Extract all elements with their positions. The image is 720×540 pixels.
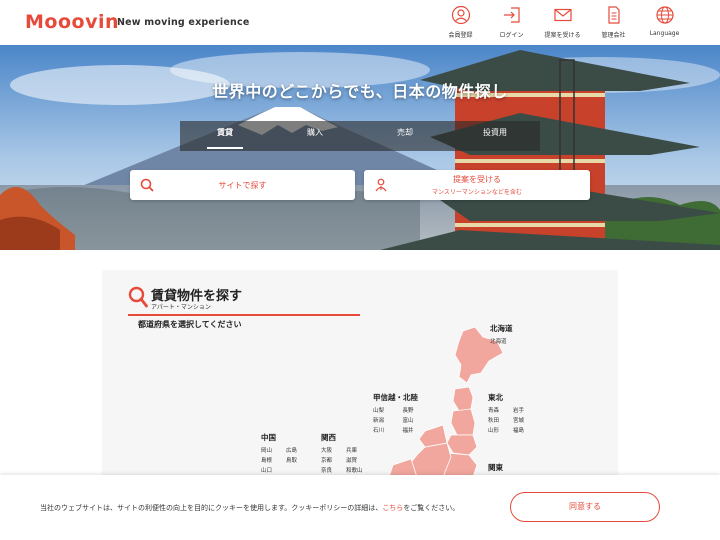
tagline: New moving experience — [117, 17, 250, 28]
search-icon — [128, 286, 148, 308]
region-name[interactable]: 北海道 — [490, 323, 513, 334]
region-name[interactable]: 関西 — [321, 432, 363, 443]
region-chugoku: 中国 岡山 島根 山口 広島 鳥取 — [261, 432, 297, 475]
region-kansai: 関西 大阪 京都 奈良 兵庫 滋賀 和歌山 — [321, 432, 363, 475]
cookie-text-after: をご覧ください。 — [403, 504, 460, 512]
pref-yamagata[interactable]: 山形 — [488, 427, 499, 435]
page: Mooovin New moving experience 会員登録 ログイン … — [0, 0, 720, 540]
site-search-button[interactable]: サイトで探す — [130, 170, 355, 200]
top-nav: 会員登録 ログイン 提案を受ける 管理会社 Language — [435, 5, 690, 39]
pref-yamanashi[interactable]: 山梨 — [373, 407, 389, 415]
receive-proposal-sublabel: マンスリーマンションなどを含む — [432, 189, 522, 196]
nav-login[interactable]: ログイン — [486, 5, 537, 39]
cookie-banner: 当社のウェブサイトは、サイトの利便性の向上を目的にクッキーを使用します。クッキー… — [0, 475, 720, 540]
site-search-label: サイトで探す — [218, 180, 267, 190]
property-type-tabs: 賃貸 購入 売却 投資用 — [180, 121, 540, 151]
globe-icon — [655, 6, 674, 24]
pref-okayama[interactable]: 岡山 — [261, 447, 272, 455]
nav-proposal-label: 提案を受ける — [544, 32, 581, 39]
hero-title: 世界中のどこからでも、日本の物件探し — [212, 82, 508, 101]
pref-fukui[interactable]: 福井 — [403, 427, 419, 435]
header: Mooovin New moving experience 会員登録 ログイン … — [0, 0, 720, 45]
pref-akita[interactable]: 秋田 — [488, 417, 499, 425]
region-hokkaido: 北海道 北海道 — [490, 323, 513, 346]
pref-toyama[interactable]: 富山 — [403, 417, 419, 425]
pref-niigata[interactable]: 新潟 — [373, 417, 389, 425]
tab-investment[interactable]: 投資用 — [450, 121, 540, 151]
user-circle-icon — [451, 5, 470, 25]
pref-nara[interactable]: 奈良 — [321, 467, 332, 475]
login-icon — [503, 7, 520, 23]
mail-icon — [553, 8, 572, 22]
pref-wakayama[interactable]: 和歌山 — [346, 467, 363, 475]
receive-proposal-button[interactable]: 提案を受ける マンスリーマンションなどを含む — [364, 170, 590, 200]
nav-register[interactable]: 会員登録 — [435, 5, 486, 39]
nav-language-label: Language — [649, 30, 680, 37]
nav-language[interactable]: Language — [639, 5, 690, 39]
tab-sell[interactable]: 売却 — [360, 121, 450, 151]
map-tohoku-south — [446, 434, 478, 456]
region-name[interactable]: 中国 — [261, 432, 297, 443]
region-koshinetsu-hokuriku: 甲信越・北陸 山梨 新潟 石川 長野 富山 福井 — [373, 392, 418, 435]
pref-hiroshima[interactable]: 広島 — [286, 447, 297, 455]
pref-aomori[interactable]: 青森 — [488, 407, 499, 415]
search-icon — [140, 178, 154, 192]
pref-nagano[interactable]: 長野 — [403, 407, 419, 415]
pref-osaka[interactable]: 大阪 — [321, 447, 332, 455]
nav-management-label: 管理会社 — [601, 32, 626, 39]
nav-register-label: 会員登録 — [448, 32, 473, 39]
pref-ishikawa[interactable]: 石川 — [373, 427, 389, 435]
region-name[interactable]: 東北 — [488, 392, 524, 403]
nav-login-label: ログイン — [499, 32, 524, 39]
nav-proposal[interactable]: 提案を受ける — [537, 5, 588, 39]
region-name[interactable]: 関東 — [488, 462, 503, 473]
region-tohoku: 東北 青森 秋田 山形 岩手 宮城 福島 — [488, 392, 524, 435]
pref-yamaguchi[interactable]: 山口 — [261, 467, 272, 475]
cookie-policy-link[interactable]: こちら — [382, 504, 403, 512]
map-tohoku-mid — [450, 408, 476, 436]
logo[interactable]: Mooovin — [25, 11, 119, 33]
receive-proposal-label: 提案を受ける — [453, 175, 501, 184]
pref-shimane[interactable]: 島根 — [261, 457, 272, 465]
map-tohoku-north — [452, 386, 474, 412]
agree-button[interactable]: 同意する — [510, 492, 660, 522]
cookie-message: 当社のウェブサイトは、サイトの利便性の向上を目的にクッキーを使用します。クッキー… — [40, 503, 459, 513]
section-header: 賃貸物件を探す アパート・マンション — [128, 285, 360, 316]
nav-management[interactable]: 管理会社 — [588, 5, 639, 39]
pref-shiga[interactable]: 滋賀 — [346, 457, 363, 465]
tab-rent[interactable]: 賃貸 — [180, 121, 270, 151]
pref-kyoto[interactable]: 京都 — [321, 457, 332, 465]
pref-miyagi[interactable]: 宮城 — [513, 417, 524, 425]
cookie-text-before: 当社のウェブサイトは、サイトの利便性の向上を目的にクッキーを使用します。クッキー… — [40, 504, 383, 512]
document-icon — [607, 6, 620, 24]
map-hokuriku — [418, 424, 448, 448]
pref-tottori[interactable]: 鳥取 — [286, 457, 297, 465]
region-name[interactable]: 甲信越・北陸 — [373, 392, 418, 403]
pref-hokkaido[interactable]: 北海道 — [490, 338, 513, 346]
pref-iwate[interactable]: 岩手 — [513, 407, 524, 415]
pref-hyogo[interactable]: 兵庫 — [346, 447, 363, 455]
pref-fukushima[interactable]: 福島 — [513, 427, 524, 435]
prefecture-prompt: 都道府県を選択してください — [138, 320, 242, 329]
section-subtitle: アパート・マンション — [151, 304, 211, 311]
tab-buy[interactable]: 購入 — [270, 121, 360, 151]
hero-banner: 世界中のどこからでも、日本の物件探し 賃貸 購入 売却 投資用 サイトで探す 提… — [0, 45, 720, 250]
agent-icon — [375, 178, 387, 192]
